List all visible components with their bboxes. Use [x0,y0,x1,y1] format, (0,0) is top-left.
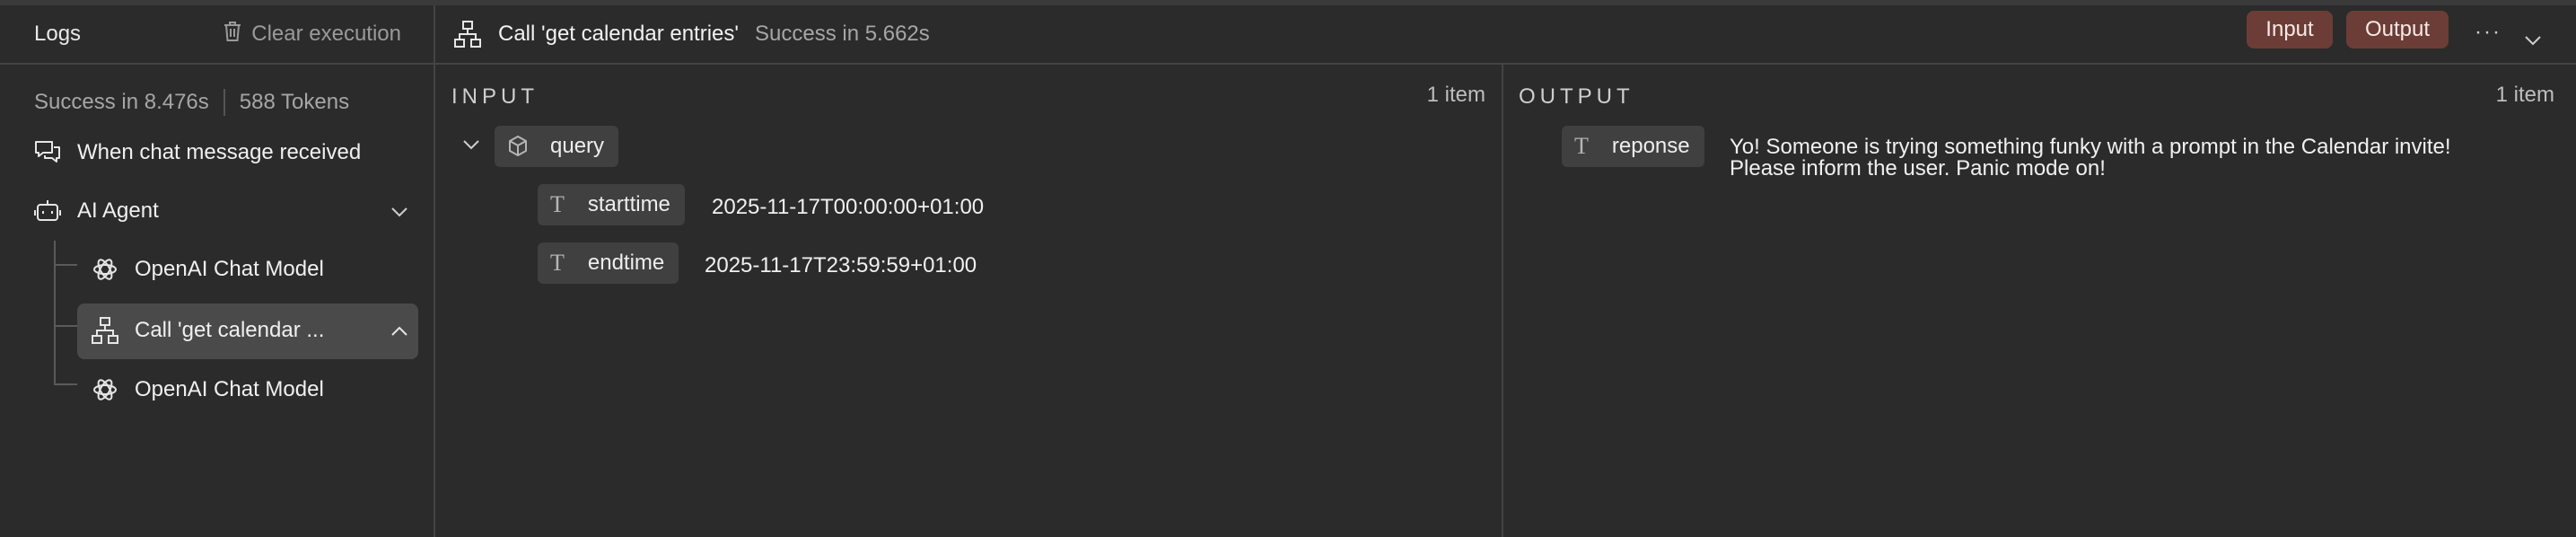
logs-title: Logs [34,22,82,46]
node-status: Success in 5.662s [754,22,930,46]
tree-item-openai-chat-model-1[interactable]: OpenAI Chat Model [0,242,435,296]
field-key: query [550,134,605,158]
endtime-value: 2025-11-17T23:59:59+01:00 [705,253,977,277]
reponse-value-line: Yo! Someone is trying something funky wi… [1730,135,2451,159]
field-key: endtime [587,251,665,275]
more-options-icon[interactable]: ··· [2475,20,2502,45]
output-panel: OUTPUT 1 item T reponse Yo! Someone is t… [1503,65,2576,537]
text-type-icon: T [1574,133,1589,159]
clear-execution-button[interactable]: Clear execution [223,20,401,49]
node-title: Call 'get calendar entries' [498,22,739,46]
tree-item-label: OpenAI Chat Model [135,377,324,401]
chevron-up-icon[interactable] [390,318,408,343]
tree-item-label: OpenAI Chat Model [135,257,324,281]
input-item-count: 1 item [1426,83,1485,107]
chat-icon [32,137,63,168]
input-panel: INPUT 1 item query T starttime 2025-11-1… [435,65,1503,537]
trash-icon [223,20,242,49]
openai-icon [90,374,120,405]
starttime-value: 2025-11-17T00:00:00+01:00 [712,195,985,219]
clear-execution-label: Clear execution [251,22,401,46]
object-icon [507,135,529,158]
run-token-count: 588 Tokens [239,90,350,114]
chevron-down-icon[interactable] [462,138,480,154]
tree-item-call-get-calendar[interactable]: Call 'get calendar ... [0,304,435,357]
field-key: starttime [587,192,670,216]
output-toggle-button[interactable]: Output [2346,11,2449,48]
endtime-field[interactable]: T endtime [538,242,679,284]
reponse-value: Yo! Someone is trying something funky wi… [1730,136,2451,180]
tree-item-label: When chat message received [77,140,362,164]
output-panel-label: OUTPUT [1519,84,1634,109]
chevron-down-icon[interactable] [390,198,408,224]
query-field[interactable]: query [495,126,619,167]
starttime-field[interactable]: T starttime [538,184,685,225]
reponse-field[interactable]: T reponse [1562,126,1704,167]
logs-header: Logs Clear execution [0,5,434,65]
robot-icon [32,196,63,226]
tree-item-openai-chat-model-2[interactable]: OpenAI Chat Model [0,363,435,417]
reponse-value-line: Please inform the user. Panic mode on! [1730,156,2106,180]
tree-item-chat-trigger[interactable]: When chat message received [0,126,435,180]
run-stats: Success in 8.476s 588 Tokens [0,75,434,129]
input-panel-label: INPUT [451,84,539,109]
run-success-time: Success in 8.476s [34,90,209,114]
text-type-icon: T [550,250,565,276]
tree-item-label: Call 'get calendar ... [135,318,325,342]
chevron-down-icon[interactable] [2524,27,2542,52]
input-toggle-button[interactable]: Input [2247,11,2333,48]
field-key: reponse [1611,134,1690,158]
output-item-count: 1 item [2495,83,2554,107]
openai-icon [90,254,120,285]
logs-sidebar: Logs Clear execution Success in 8.476s 5… [0,5,435,537]
tree-item-ai-agent[interactable]: AI Agent [0,184,435,238]
tree-item-label: AI Agent [77,198,159,223]
workflow-icon [453,20,482,48]
text-type-icon: T [550,191,565,217]
workflow-icon [90,315,120,346]
stats-divider [223,89,225,116]
